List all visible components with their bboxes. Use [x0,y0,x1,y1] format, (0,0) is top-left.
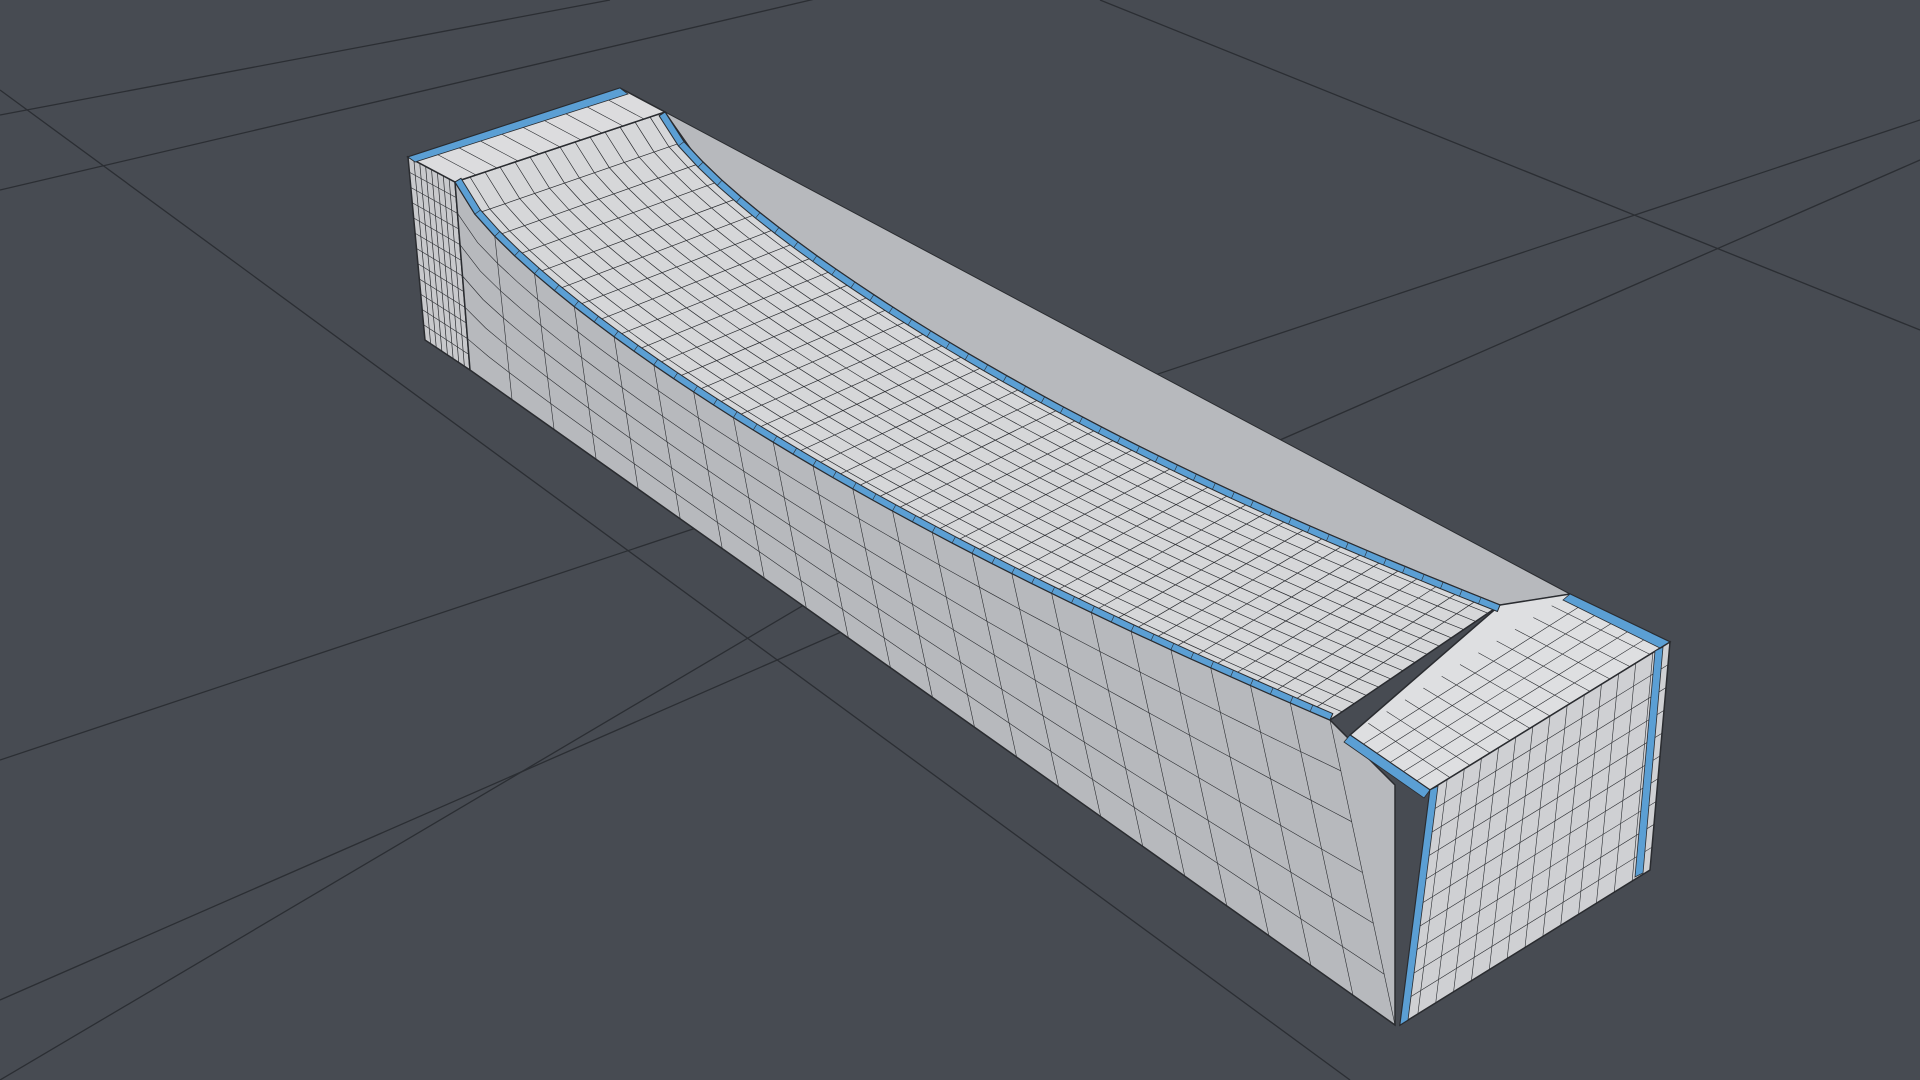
floor-grid-line [0,0,814,191]
floor-grid-line [1099,0,1920,331]
3d-viewport[interactable] [0,0,1920,1080]
floor-grid-line [0,559,881,1080]
viewport-canvas[interactable] [0,0,1920,1080]
floor-grid-line [0,0,611,116]
ramp-model[interactable] [406,87,1672,1027]
